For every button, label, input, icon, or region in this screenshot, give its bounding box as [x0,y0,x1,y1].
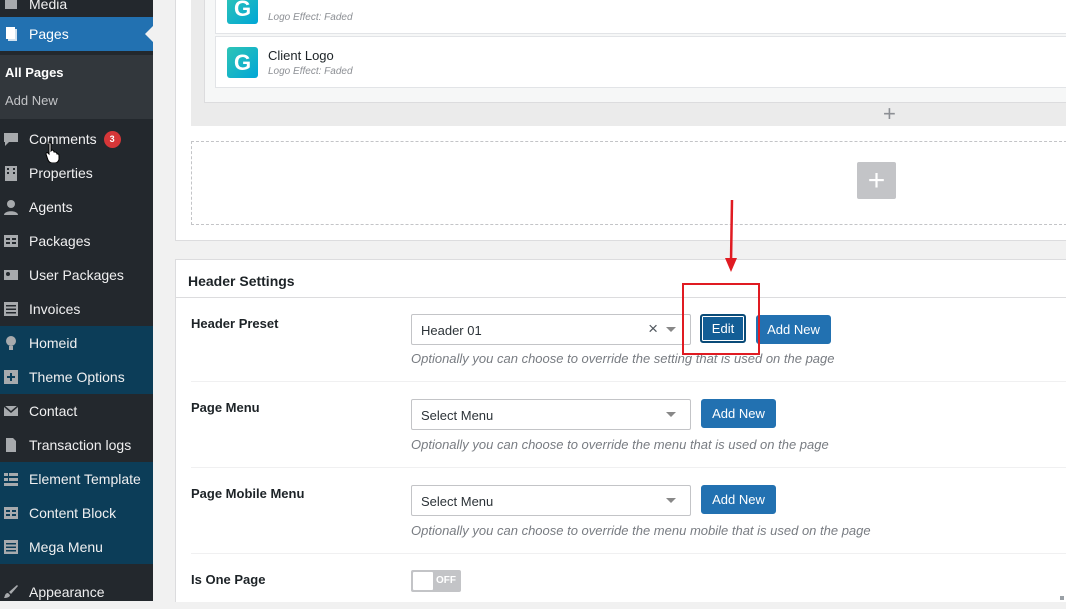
sidebar-item-label: Element Template [29,471,141,487]
logo-effect: Logo Effect: Faded [268,12,353,23]
page-menu-label: Page Menu [191,400,260,415]
one-page-toggle[interactable]: OFF [411,570,461,592]
sidebar-item-label: Mega Menu [29,539,103,555]
mobile-menu-select[interactable]: Select Menu [411,485,691,516]
select-value: Select Menu [421,408,494,423]
comment-icon [3,131,19,147]
logo-list: G Logo Effect: Faded G Client Logo Logo … [204,0,1066,103]
chevron-down-icon [666,327,676,332]
hand-cursor-icon [45,141,60,163]
admin-sidebar: Media Pages All Pages Add New Comments 3… [0,0,153,601]
media-icon [3,0,19,12]
highlight-annotation-box [682,283,760,355]
paintbrush-icon [3,584,19,600]
grid-icon [3,471,19,487]
empty-block-dropzone: + [191,141,1066,225]
current-page-arrow [145,26,153,42]
sidebar-item-mega-menu[interactable]: Mega Menu [0,530,153,564]
sidebar-item-label: Transaction logs [29,437,132,453]
list-icon [3,539,19,555]
sidebar-item-label: Properties [29,165,93,181]
panel-title: Header Settings [188,273,295,289]
page-menu-hint: Optionally you can choose to override th… [411,437,829,452]
plus-square-icon [3,369,19,385]
sidebar-item-label: Theme Options [29,369,125,385]
sidebar-item-label: Appearance [29,584,105,600]
submenu-add-new[interactable]: Add New [5,93,58,108]
sidebar-item-label: Packages [29,233,91,249]
page-builder-area: G Logo Effect: Faded G Client Logo Logo … [175,0,1066,241]
add-block-button[interactable]: + [857,162,896,199]
header-preset-select[interactable]: Header 01 × [411,314,691,345]
divider [191,553,1066,554]
sidebar-item-invoices[interactable]: Invoices [0,292,153,326]
select-value: Header 01 [421,323,482,338]
sidebar-item-label: Invoices [29,301,81,317]
divider [176,297,1066,298]
comments-count-badge: 3 [103,130,121,148]
logo-thumbnail: G [227,47,258,78]
sidebar-item-comments[interactable]: Comments 3 [0,122,153,156]
annotation-arrow-icon [725,199,737,272]
mobile-menu-label: Page Mobile Menu [191,486,305,501]
sidebar-item-properties[interactable]: Properties [0,156,153,190]
resize-handle[interactable] [1060,596,1064,600]
submenu-all-pages[interactable]: All Pages [5,65,64,80]
building-icon [3,165,19,181]
one-page-label: Is One Page [191,572,266,587]
sidebar-item-packages[interactable]: Packages [0,224,153,258]
divider [191,381,1066,382]
mobile-menu-hint: Optionally you can choose to override th… [411,523,871,538]
page-menu-select[interactable]: Select Menu [411,399,691,430]
sidebar-item-label: Contact [29,403,78,419]
add-new-menu-button[interactable]: Add New [701,399,776,428]
add-new-mobile-menu-button[interactable]: Add New [701,485,776,514]
id-card-icon [3,267,19,283]
user-icon [3,199,19,215]
sidebar-item-homeid[interactable]: Homeid [0,326,153,360]
pages-icon [3,26,19,42]
document-icon [3,437,19,453]
select-value: Select Menu [421,494,494,509]
sidebar-item-appearance[interactable]: Appearance [0,575,153,609]
envelope-icon [3,403,19,419]
chevron-down-icon [666,498,676,503]
sidebar-item-content-block[interactable]: Content Block [0,496,153,530]
header-preset-label: Header Preset [191,316,279,331]
list-icon [3,301,19,317]
sidebar-item-label: Agents [29,199,73,215]
sidebar-item-transaction-logs[interactable]: Transaction logs [0,428,153,462]
header-settings-panel: Header Settings Header Preset Header 01 … [175,259,1066,602]
add-new-preset-button[interactable]: Add New [756,315,831,344]
logo-carousel-block: G Logo Effect: Faded G Client Logo Logo … [191,0,1066,126]
pages-submenu: All Pages Add New [0,55,153,119]
toggle-state: OFF [436,575,456,586]
table-icon [3,233,19,249]
toggle-knob [413,572,433,590]
sidebar-item-pages[interactable]: Pages [0,17,153,51]
divider [191,467,1066,468]
logo-item[interactable]: G Logo Effect: Faded [215,0,1066,34]
add-logo-button[interactable]: + [883,103,896,125]
sidebar-item-contact[interactable]: Contact [0,394,153,428]
sidebar-item-element-template[interactable]: Element Template [0,462,153,496]
sidebar-item-agents[interactable]: Agents [0,190,153,224]
sidebar-item-label: Homeid [29,335,78,351]
lightbulb-icon [3,335,19,351]
sidebar-item-label: User Packages [29,267,124,283]
preset-hint: Optionally you can choose to override th… [411,351,835,366]
sidebar-item-user-packages[interactable]: User Packages [0,258,153,292]
chevron-down-icon [666,412,676,417]
sidebar-item-label: Content Block [29,505,117,521]
sidebar-item-label: Pages [29,26,69,42]
logo-thumbnail: G [227,0,258,24]
logo-item[interactable]: G Client Logo Logo Effect: Faded [215,36,1066,88]
logo-name: Client Logo [268,48,334,63]
sidebar-item-theme-options[interactable]: Theme Options [0,360,153,394]
sidebar-item-label: Media [29,0,68,12]
clear-icon[interactable]: × [648,319,658,339]
table-icon [3,505,19,521]
logo-effect: Logo Effect: Faded [268,66,353,77]
sidebar-item-label: Comments [29,131,97,147]
